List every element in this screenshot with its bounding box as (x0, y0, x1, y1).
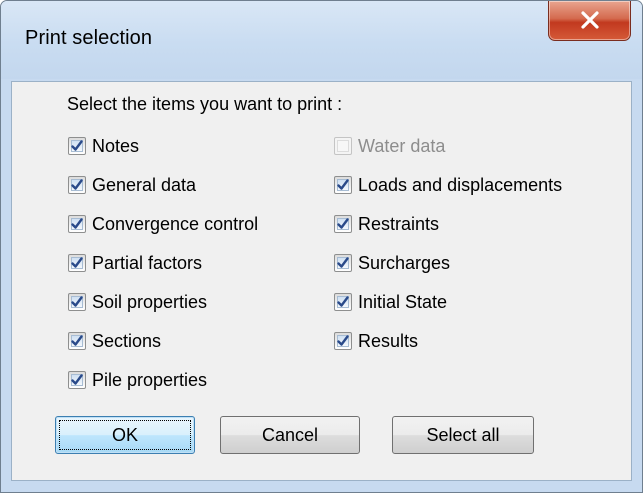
checkbox-label: Sections (92, 330, 162, 351)
checkbox (334, 137, 352, 155)
checkbox-item: Water data (334, 134, 445, 158)
close-icon (581, 11, 599, 29)
checkbox[interactable] (68, 254, 86, 272)
checkbox-label: General data (92, 174, 197, 195)
checkmark-icon (71, 179, 83, 190)
checkbox-label: Water data (358, 135, 446, 156)
checkbox[interactable] (334, 176, 352, 194)
checkbox[interactable] (68, 137, 86, 155)
cancel-button[interactable]: Cancel (220, 416, 360, 454)
checkmark-icon (71, 296, 83, 307)
checkbox-item[interactable]: Initial State (334, 290, 447, 314)
checkbox-label: Partial factors (92, 252, 203, 273)
checkmark-icon (71, 140, 83, 151)
checkmark-icon (337, 335, 349, 346)
checkbox-label: Soil properties (92, 291, 208, 312)
checkbox[interactable] (334, 332, 352, 350)
checkbox[interactable] (68, 176, 86, 194)
checkbox-item[interactable]: Convergence control (68, 212, 258, 236)
checkmark-icon (337, 179, 349, 190)
checkmark-icon (71, 335, 83, 346)
checkbox-inner (337, 140, 349, 152)
checkbox-label: Notes (92, 135, 140, 156)
checkbox[interactable] (334, 293, 352, 311)
checkbox-item[interactable]: Notes (68, 134, 139, 158)
checkbox-item[interactable]: Partial factors (68, 251, 202, 275)
checkbox-label: Results (358, 330, 419, 351)
ok-button-label: OK (111, 424, 138, 445)
title-bar[interactable]: Print selection (1, 1, 642, 79)
select-all-button-label: Select all (426, 424, 500, 445)
ok-button[interactable]: OK (55, 416, 195, 454)
instruction-text: Select the items you want to print : (67, 94, 343, 114)
checkbox-label: Pile properties (92, 369, 208, 390)
checkmark-icon (71, 218, 83, 229)
cancel-button-label: Cancel (261, 424, 319, 445)
close-button[interactable] (548, 1, 631, 41)
checkbox[interactable] (334, 254, 352, 272)
checkbox-item[interactable]: Loads and displacements (334, 173, 562, 197)
checkmark-icon (71, 374, 83, 385)
checkbox[interactable] (68, 371, 86, 389)
checkbox-label: Loads and displacements (358, 174, 563, 195)
checkbox-item[interactable]: Surcharges (334, 251, 450, 275)
checkbox-item[interactable]: Results (334, 329, 418, 353)
checkbox-item[interactable]: Soil properties (68, 290, 207, 314)
checkbox[interactable] (68, 215, 86, 233)
dialog-window: Print selection Select the items you wan… (0, 0, 643, 493)
checkbox-item[interactable]: Pile properties (68, 368, 207, 392)
checkbox[interactable] (68, 332, 86, 350)
checkbox-item[interactable]: General data (68, 173, 196, 197)
checkmark-icon (71, 257, 83, 268)
checkmark-icon (337, 296, 349, 307)
select-all-button[interactable]: Select all (392, 416, 534, 454)
checkbox-label: Convergence control (92, 213, 259, 234)
window-title: Print selection (25, 27, 153, 49)
checkbox-label: Restraints (358, 213, 440, 234)
checkbox[interactable] (334, 215, 352, 233)
checkbox-label: Initial State (358, 291, 448, 312)
dialog-body: Select the items you want to print : Not… (11, 81, 632, 481)
checkbox-item[interactable]: Restraints (334, 212, 439, 236)
checkmark-icon (337, 257, 349, 268)
checkmark-icon (337, 218, 349, 229)
checkbox[interactable] (68, 293, 86, 311)
checkbox-item[interactable]: Sections (68, 329, 161, 353)
checkbox-label: Surcharges (358, 252, 451, 273)
